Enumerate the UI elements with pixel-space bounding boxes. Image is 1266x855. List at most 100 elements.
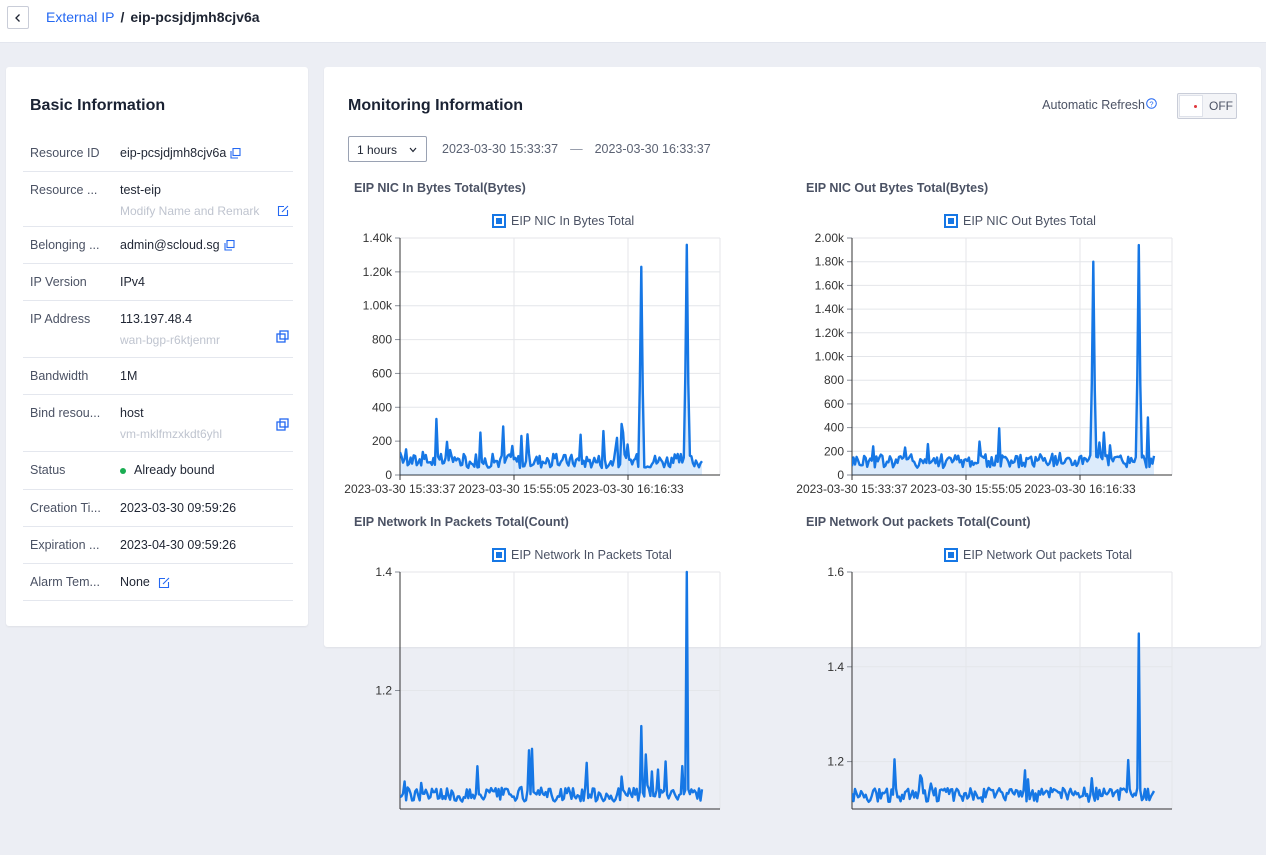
- series-group: [852, 632, 1156, 803]
- info-sub-text: wan-bgp-r6ktjenmr: [120, 333, 221, 347]
- info-row-resource-id: Resource ID eip-pcsjdjmh8cjv6a: [23, 135, 293, 172]
- status-dot-icon: [120, 467, 126, 474]
- chart-network-in-packets: EIP Network In Packets Total(Count) EIP …: [348, 515, 788, 855]
- legend-swatch-fill: [496, 218, 502, 224]
- series-area: [852, 245, 1154, 475]
- auto-refresh-label: Automatic Refresh: [1042, 98, 1145, 112]
- x-tick-label: 2023-03-30 15:55:05: [910, 482, 1022, 496]
- x-tick-label: 2023-03-30 15:55:05: [458, 482, 570, 496]
- y-tick-label: 1.20k: [363, 265, 393, 279]
- y-tick-label: 600: [824, 397, 844, 411]
- legend-label: EIP NIC Out Bytes Total: [963, 214, 1096, 228]
- info-value: 2023-03-30 09:59:26: [120, 501, 237, 515]
- y-tick-label: 1.60k: [815, 278, 845, 292]
- y-tick-label: 0: [837, 468, 844, 482]
- legend: EIP NIC In Bytes Total: [492, 214, 634, 228]
- help-icon[interactable]: ?: [1146, 98, 1157, 109]
- chart-canvas: EIP NIC In Bytes Total 0 200 400 600 800 1.00k…: [344, 214, 721, 496]
- y-tick-label: 1.00k: [363, 299, 393, 313]
- chevron-down-icon: [409, 147, 417, 153]
- breadcrumb: External IP / eip-pcsjdjmh8cjv6a: [46, 9, 260, 25]
- info-label: IP Address: [30, 312, 91, 326]
- y-tick-label: 600: [372, 366, 392, 380]
- info-row-ip-version: IP Version IPv4: [23, 264, 293, 301]
- y-tick-label: 800: [372, 333, 392, 347]
- end-time: 2023-03-30 16:33:37: [594, 142, 711, 156]
- info-label: Alarm Tem...: [30, 575, 100, 589]
- info-row-bind-resource: Bind resou... host vm-mklfmzxkdt6yhl: [23, 395, 293, 452]
- back-button[interactable]: [7, 6, 29, 29]
- time-range-value: 1 hours: [357, 143, 398, 157]
- svg-text:?: ?: [1149, 99, 1153, 108]
- x-tick-label: 2023-03-30 16:16:33: [1024, 482, 1136, 496]
- info-row-alarm-template: Alarm Tem... None: [23, 564, 293, 601]
- info-label: Expiration ...: [30, 538, 100, 552]
- basic-information-panel: Basic Information Resource ID eip-pcsjdj…: [6, 67, 308, 626]
- series-group: [852, 243, 1156, 475]
- info-value: IPv4: [120, 275, 146, 289]
- series-line: [400, 243, 703, 470]
- chart-canvas: EIP NIC Out Bytes Total 0 200 400 600 800 1.00…: [796, 214, 1173, 496]
- toggle-state-label: OFF: [1209, 99, 1233, 113]
- info-value: admin@scloud.sg: [120, 238, 235, 252]
- info-label: Status: [30, 463, 66, 477]
- chart-nic-out-bytes: EIP NIC Out Bytes Total(Bytes) EIP NIC O…: [796, 181, 1240, 521]
- y-tick-label: 1.6: [827, 565, 844, 579]
- y-tick-label: 1.00k: [815, 350, 845, 364]
- info-row-resource-name: Resource ... test-eip Modify Name and Re…: [23, 172, 293, 227]
- legend: EIP Network Out packets Total: [944, 548, 1132, 562]
- y-tick-label: 800: [824, 373, 844, 387]
- x-tick-label: 2023-03-30 16:16:33: [572, 482, 684, 496]
- copy-icon[interactable]: [223, 240, 235, 251]
- monitoring-title: Monitoring Information: [348, 97, 524, 114]
- copy-icon[interactable]: [276, 330, 289, 343]
- breadcrumb-separator: /: [120, 9, 125, 25]
- monitoring-panel: Monitoring Information Automatic Refresh…: [324, 67, 1261, 810]
- legend: EIP NIC Out Bytes Total: [944, 214, 1096, 228]
- breadcrumb-external-ip-link[interactable]: External IP: [46, 9, 114, 25]
- copy-icon[interactable]: [276, 418, 289, 431]
- breadcrumb-current: eip-pcsjdjmh8cjv6a: [130, 9, 260, 25]
- info-sub-text: Modify Name and Remark: [120, 204, 260, 218]
- edit-icon[interactable]: [277, 205, 289, 217]
- auto-refresh: Automatic Refresh?: [1042, 98, 1157, 112]
- info-label: Bandwidth: [30, 369, 89, 383]
- copy-icon[interactable]: [230, 148, 241, 159]
- y-tick-label: 200: [372, 434, 392, 448]
- info-value: test-eip: [120, 183, 161, 197]
- range-separator: —: [570, 142, 583, 156]
- chart-canvas: EIP Network In Packets Total 1.2 1.4: [375, 548, 721, 810]
- info-value: Already bound: [120, 463, 215, 477]
- info-row-status: Status Already bound: [23, 452, 293, 490]
- y-tick-label: 1.2: [827, 755, 844, 769]
- info-label: Creation Ti...: [30, 501, 101, 515]
- legend-swatch-fill: [948, 218, 954, 224]
- legend: EIP Network In Packets Total: [492, 548, 672, 562]
- series-area: [400, 244, 702, 475]
- info-row-creation-time: Creation Ti... 2023-03-30 09:59:26: [23, 490, 293, 527]
- info-row-belonging: Belonging ... admin@scloud.sg: [23, 227, 293, 264]
- y-tick-label: 0: [385, 468, 392, 482]
- top-bar: External IP / eip-pcsjdjmh8cjv6a: [0, 0, 1266, 43]
- x-tick-label: 2023-03-30 15:33:37: [796, 482, 908, 496]
- series-line: [400, 570, 704, 803]
- y-tick-label: 400: [824, 421, 844, 435]
- info-sub-text: vm-mklfmzxkdt6yhl: [120, 427, 223, 441]
- y-tick-label: 1.80k: [815, 255, 845, 269]
- y-tick-label: 2.00k: [815, 231, 845, 245]
- info-value: 1M: [120, 369, 138, 383]
- auto-refresh-toggle[interactable]: OFF: [1177, 93, 1237, 119]
- chart-nic-in-bytes: EIP NIC In Bytes Total(Bytes) EIP NIC In…: [344, 181, 788, 521]
- toggle-knob: [1179, 95, 1203, 117]
- legend-swatch-fill: [496, 552, 502, 558]
- info-value: 2023-04-30 09:59:26: [120, 538, 237, 552]
- series-line: [852, 632, 1156, 803]
- y-tick-label: 1.4: [375, 565, 392, 579]
- edit-icon[interactable]: [158, 577, 170, 589]
- y-tick-label: 1.40k: [363, 231, 393, 245]
- info-label: IP Version: [30, 275, 87, 289]
- info-value: None: [120, 575, 170, 589]
- y-tick-label: 200: [824, 444, 844, 458]
- info-value: eip-pcsjdjmh8cjv6a: [120, 146, 241, 160]
- time-range-select[interactable]: 1 hours: [348, 136, 427, 162]
